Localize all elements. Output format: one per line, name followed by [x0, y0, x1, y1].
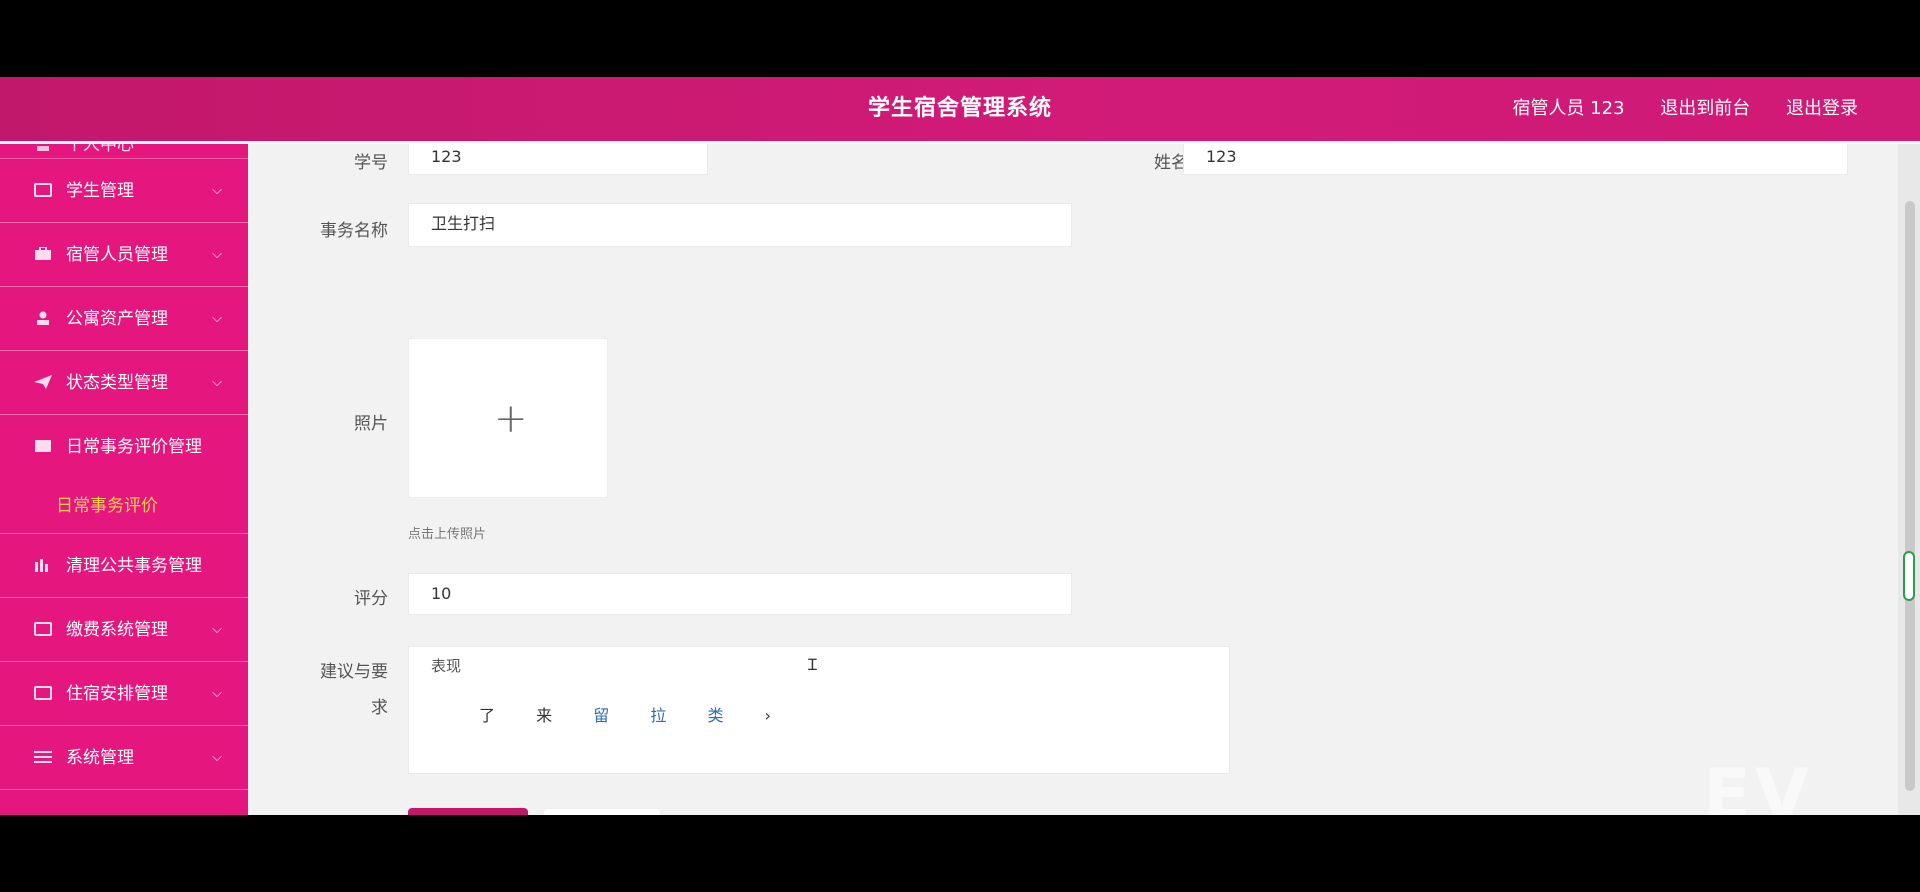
score-label: 评分	[354, 589, 388, 609]
photo-label: 照片	[354, 414, 388, 434]
ime-candidate[interactable]: 了	[479, 706, 499, 725]
sidebar-item-label: 公寓资产管理	[66, 309, 168, 329]
ime-candidate-list: 了 来 留 拉 类 ›	[479, 702, 803, 726]
main-content: 学号 123 姓名 123 事务名称 卫生打扫 照片 + 点击上传照片 评分 1…	[248, 139, 1920, 815]
menu-icon	[34, 727, 52, 763]
score-field[interactable]: 10	[408, 573, 1072, 615]
sidebar-item-accommodation[interactable]: 住宿安排管理 ⌵	[0, 662, 248, 726]
scrollbar-grip[interactable]	[1903, 551, 1915, 601]
text-cursor-icon: Ɪ	[808, 655, 817, 674]
sidebar-item-label: 日常事务评价管理	[66, 437, 202, 457]
sidebar-item-label: 学生管理	[66, 181, 134, 201]
student-id-label: 学号	[354, 153, 388, 173]
chevron-down-icon: ⌵	[212, 750, 222, 765]
sidebar-item-assets[interactable]: 公寓资产管理 ⌵	[0, 287, 248, 351]
name-label: 姓名	[1154, 153, 1188, 173]
sidebar-item-status-types[interactable]: 状态类型管理 ⌵	[0, 351, 248, 415]
cancel-button[interactable]: 取消	[543, 808, 661, 815]
chevron-down-icon: ⌵	[212, 686, 222, 701]
sidebar-item-label: 清理公共事务管理	[66, 556, 202, 576]
suggestion-label-line2: 求	[371, 698, 388, 718]
ime-candidate[interactable]: 来	[536, 706, 556, 725]
watermark-logo: EV	[1703, 754, 1813, 815]
ime-candidate[interactable]: 类	[707, 706, 727, 725]
sidebar-item-label: 宿管人员管理	[66, 245, 168, 265]
chevron-down-icon: ⌵	[212, 247, 222, 262]
sidebar-item-system[interactable]: 系统管理 ⌵	[0, 726, 248, 790]
suggestion-text: 表现	[431, 657, 462, 675]
suggestion-label-line1: 建议与要	[320, 662, 388, 682]
user-icon	[34, 288, 52, 325]
photo-upload[interactable]: +	[408, 338, 608, 498]
sidebar-item-label: 缴费系统管理	[66, 620, 168, 640]
sidebar-subitem-daily-evaluation[interactable]: 日常事务评价	[0, 479, 248, 534]
logout-link[interactable]: 退出登录	[1786, 98, 1858, 119]
send-icon	[34, 352, 52, 389]
task-name-label: 事务名称	[320, 221, 388, 241]
chevron-down-icon: ⌵	[212, 622, 222, 637]
submit-button[interactable]: 提交	[408, 808, 528, 815]
sidebar-item-label: 住宿安排管理	[66, 684, 168, 704]
chevron-down-icon: ⌵	[212, 375, 222, 390]
upload-hint: 点击上传照片	[408, 527, 487, 542]
sidebar-item-label: 状态类型管理	[66, 373, 168, 393]
scrollbar-thumb[interactable]	[1905, 201, 1915, 791]
vertical-scrollbar[interactable]	[1898, 141, 1920, 815]
ime-candidate[interactable]: 拉	[650, 706, 670, 725]
plus-icon: +	[494, 396, 528, 442]
sidebar-item-payment[interactable]: 缴费系统管理 ⌵	[0, 598, 248, 662]
chevron-down-icon: ⌵	[212, 183, 222, 198]
wallet-icon	[34, 622, 52, 636]
chevron-down-icon: ⌵	[212, 311, 222, 326]
ime-candidate[interactable]: 留	[593, 706, 613, 725]
folder-icon	[34, 686, 52, 700]
sidebar-item-dorm-staff[interactable]: 宿管人员管理 ⌵	[0, 223, 248, 287]
task-name-field[interactable]: 卫生打扫	[408, 203, 1072, 247]
briefcase-icon	[34, 224, 52, 260]
suggestion-textarea[interactable]: 表现 了 来 留 拉 类 ›	[408, 646, 1230, 774]
sidebar-item-daily-evaluation[interactable]: 日常事务评价管理	[0, 415, 248, 479]
top-header: 学生宿舍管理系统 宿管人员 123 退出到前台 退出登录	[0, 77, 1920, 144]
chart-icon	[34, 535, 52, 572]
sidebar-item-label: 系统管理	[66, 748, 134, 768]
monitor-icon	[34, 183, 52, 197]
header-actions: 宿管人员 123 退出到前台 退出登录	[1482, 77, 1858, 141]
app-window: 学生宿舍管理系统 宿管人员 123 退出到前台 退出登录 个人中心 学生管理 ⌵…	[0, 77, 1920, 815]
back-to-front-link[interactable]: 退出到前台	[1660, 98, 1750, 119]
sidebar-item-public-cleaning[interactable]: 清理公共事务管理	[0, 534, 248, 598]
current-user: 宿管人员 123	[1512, 98, 1625, 119]
sidebar-item-student[interactable]: 学生管理 ⌵	[0, 159, 248, 223]
name-field[interactable]: 123	[1183, 139, 1848, 175]
sidebar: 个人中心 学生管理 ⌵ 宿管人员管理 ⌵ 公寓资产管理 ⌵ 状态类型管理 ⌵ 日…	[0, 141, 248, 815]
student-id-field[interactable]: 123	[408, 139, 708, 175]
list-icon	[34, 416, 52, 452]
ime-next-icon[interactable]: ›	[765, 706, 775, 725]
